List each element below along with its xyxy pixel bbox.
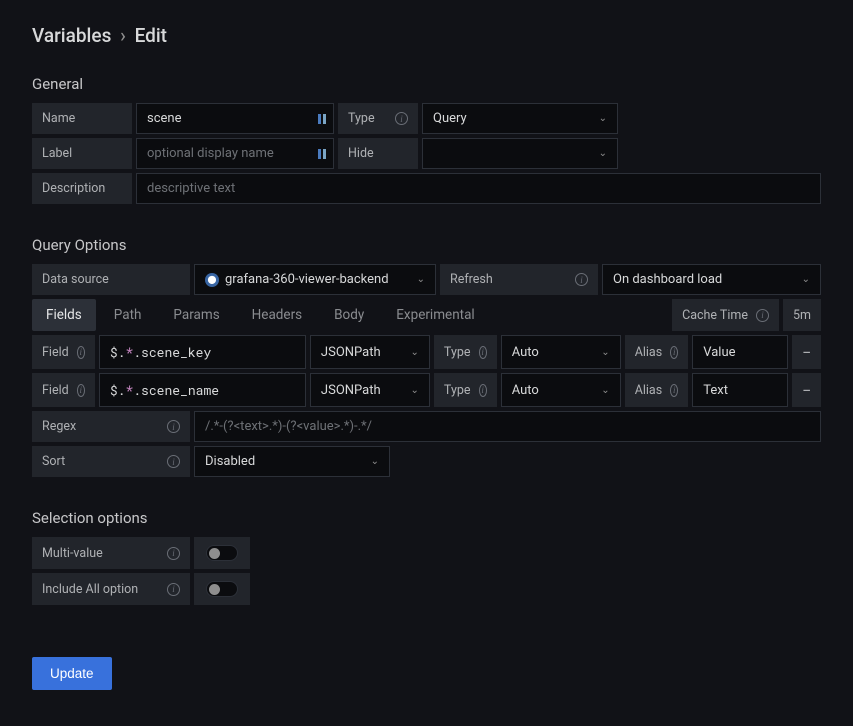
tab-path[interactable]: Path [100, 299, 156, 331]
chevron-down-icon: ⌄ [411, 347, 419, 358]
chevron-down-icon: ⌄ [802, 274, 810, 285]
hide-select[interactable]: ⌄ [422, 138, 618, 169]
label-input[interactable] [136, 138, 334, 169]
field-type-select[interactable]: Auto ⌄ [501, 335, 621, 369]
update-button[interactable]: Update [32, 657, 112, 690]
chevron-down-icon: ⌄ [601, 385, 609, 396]
label-label: Label [32, 138, 132, 169]
label-description: Description [32, 173, 132, 204]
chevron-down-icon: ⌄ [599, 148, 607, 159]
label-field-type: Type i [434, 335, 497, 369]
label-field-type: Type i [434, 373, 497, 407]
label-datasource: Data source [32, 264, 190, 295]
minus-icon: − [802, 343, 811, 362]
label-cache-time: Cache Time i [672, 299, 779, 331]
info-icon[interactable]: i [575, 273, 588, 286]
label-type: Type i [338, 103, 418, 134]
refresh-select[interactable]: On dashboard load ⌄ [602, 264, 821, 295]
breadcrumb: Variables › Edit [32, 24, 821, 47]
label-alias: Alias i [625, 373, 689, 407]
name-input[interactable] [136, 103, 334, 134]
include-all-toggle[interactable] [206, 581, 238, 597]
info-icon[interactable]: i [167, 420, 180, 433]
info-icon[interactable]: i [167, 583, 180, 596]
label-alias: Alias i [625, 335, 689, 369]
chevron-down-icon: ⌄ [411, 385, 419, 396]
section-selection-title: Selection options [32, 509, 821, 527]
info-icon[interactable]: i [167, 455, 180, 468]
field-expr-input[interactable]: $.*.scene_key [99, 335, 306, 369]
section-query-title: Query Options [32, 236, 821, 254]
cache-time-value[interactable]: 5m [783, 299, 821, 331]
breadcrumb-leaf: Edit [135, 24, 167, 47]
section-general-title: General [32, 75, 821, 93]
breadcrumb-root: Variables [32, 24, 111, 47]
minus-icon: − [802, 381, 811, 400]
info-icon[interactable]: i [395, 112, 408, 125]
info-icon[interactable]: i [479, 346, 487, 359]
tab-experimental[interactable]: Experimental [382, 299, 488, 331]
label-field: Field i [32, 335, 95, 369]
chevron-down-icon: ⌄ [601, 347, 609, 358]
datasource-icon: ⬤ [205, 273, 219, 287]
info-icon[interactable]: i [756, 309, 769, 322]
datasource-select[interactable]: ⬤ grafana-360-viewer-backend ⌄ [194, 264, 436, 295]
tab-fields[interactable]: Fields [32, 299, 96, 331]
query-tabs: Fields Path Params Headers Body Experime… [32, 299, 821, 331]
chevron-down-icon: ⌄ [371, 456, 379, 467]
chevron-down-icon: ⌄ [599, 113, 607, 124]
tab-headers[interactable]: Headers [238, 299, 316, 331]
chevron-down-icon: ⌄ [417, 274, 425, 285]
field-expr-input[interactable]: $.*.scene_name [99, 373, 306, 407]
label-field: Field i [32, 373, 95, 407]
type-select[interactable]: Query ⌄ [422, 103, 618, 134]
label-sort: Sort i [32, 446, 190, 477]
info-icon[interactable]: i [670, 384, 678, 397]
field-lang-select[interactable]: JSONPath ⌄ [310, 373, 430, 407]
chevron-right-icon: › [120, 24, 126, 47]
label-hide: Hide [338, 138, 418, 169]
label-refresh: Refresh i [440, 264, 598, 295]
label-name: Name [32, 103, 132, 134]
tab-params[interactable]: Params [159, 299, 233, 331]
info-icon[interactable]: i [167, 547, 180, 560]
field-type-select[interactable]: Auto ⌄ [501, 373, 621, 407]
alias-input[interactable] [692, 335, 788, 369]
info-icon[interactable]: i [479, 384, 487, 397]
label-regex: Regex i [32, 411, 190, 442]
info-icon[interactable]: i [670, 346, 678, 359]
description-input[interactable] [136, 173, 821, 204]
multi-value-toggle[interactable] [206, 545, 238, 561]
alias-input[interactable] [692, 373, 788, 407]
field-lang-select[interactable]: JSONPath ⌄ [310, 335, 430, 369]
label-include-all: Include All option i [32, 573, 190, 605]
remove-field-button[interactable]: − [792, 335, 821, 369]
remove-field-button[interactable]: − [792, 373, 821, 407]
sort-select[interactable]: Disabled ⌄ [194, 446, 390, 477]
regex-input[interactable] [194, 411, 821, 442]
label-multi-value: Multi-value i [32, 537, 190, 569]
info-icon[interactable]: i [77, 346, 85, 359]
info-icon[interactable]: i [77, 384, 85, 397]
tab-body[interactable]: Body [320, 299, 378, 331]
